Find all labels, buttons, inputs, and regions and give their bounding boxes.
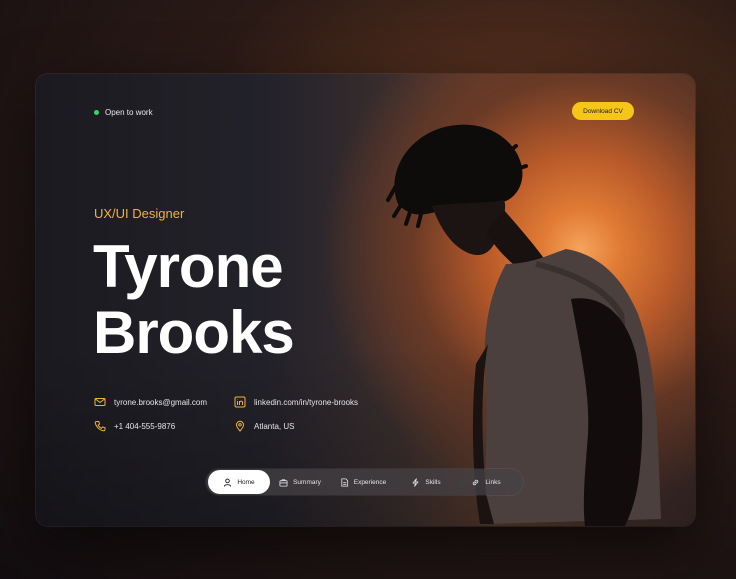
linkedin-text: linkedin.com/in/tyrone-brooks — [254, 397, 359, 407]
location-pin-icon — [235, 420, 245, 432]
nav-item-summary[interactable]: Summary — [270, 470, 330, 494]
last-name: Brooks — [93, 299, 295, 366]
status-dot — [94, 110, 99, 115]
person-name: Tyrone Brooks — [93, 233, 295, 366]
nav-item-links[interactable]: Links — [456, 470, 516, 494]
role-title: UX/UI Designer — [94, 206, 185, 221]
first-name: Tyrone — [93, 233, 284, 300]
mail-icon — [94, 398, 106, 406]
phone-icon — [94, 421, 106, 432]
link-icon — [473, 479, 479, 485]
email-contact[interactable]: tyrone.brooks@gmail.com — [94, 396, 207, 408]
phone-text: +1 404-555-9876 — [114, 421, 176, 431]
email-text: tyrone.brooks@gmail.com — [114, 397, 208, 407]
document-icon — [341, 477, 348, 487]
nav-item-home[interactable]: Home — [208, 470, 270, 494]
nav-item-skills[interactable]: Skills — [396, 470, 456, 494]
user-icon — [224, 478, 232, 487]
download-cv-button[interactable]: Download CV — [572, 102, 634, 120]
bottom-navigation: Home Summary Experience Skills Links — [206, 469, 523, 495]
portfolio-card: Open to work Download CV UX/UI Designer … — [36, 74, 695, 526]
nav-links-label: Links — [485, 478, 501, 486]
linkedin-contact[interactable]: linkedin.com/in/tyrone-brooks — [234, 396, 358, 408]
nav-skills-label: Skills — [425, 478, 441, 486]
nav-item-experience[interactable]: Experience — [330, 470, 396, 494]
nav-experience-label: Experience — [353, 478, 387, 486]
nav-home-label: Home — [237, 478, 255, 486]
open-to-work-status: Open to work — [94, 108, 153, 117]
location-contact: Atlanta, US — [234, 420, 294, 432]
lightning-icon — [412, 477, 419, 487]
phone-contact[interactable]: +1 404-555-9876 — [94, 420, 175, 432]
linkedin-icon — [234, 396, 246, 408]
briefcase-icon — [279, 478, 288, 487]
location-text: Atlanta, US — [254, 421, 295, 431]
nav-summary-label: Summary — [293, 478, 321, 486]
portrait-photo — [386, 124, 661, 526]
status-label: Open to work — [105, 108, 153, 117]
